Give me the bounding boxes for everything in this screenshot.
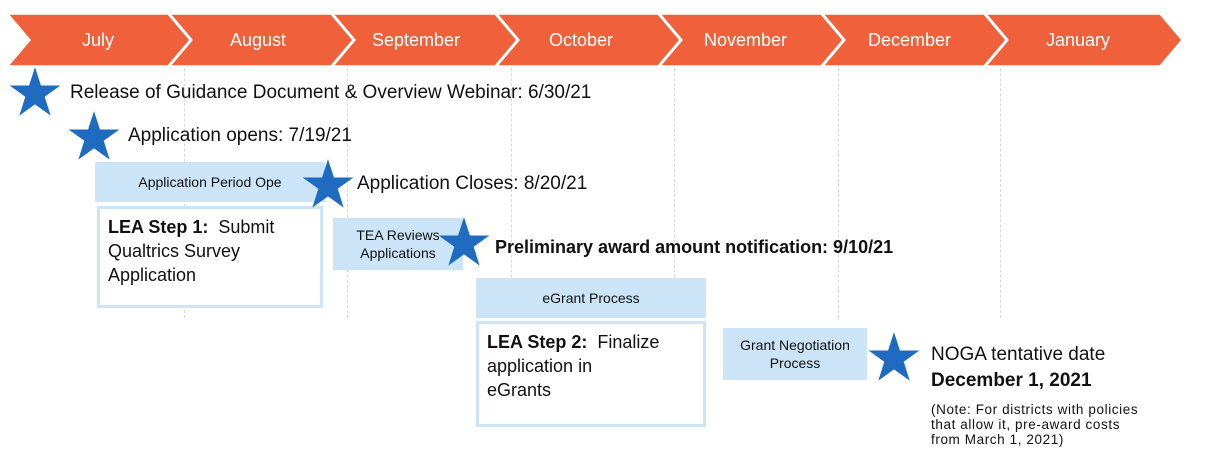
- lea-step-1-text-2: Qualtrics Survey: [108, 241, 241, 261]
- lea-step-1-box: LEA Step 1: Submit Qualtrics Survey Appl…: [97, 206, 323, 308]
- star-icon: [868, 332, 920, 381]
- lea-step-2-label: LEA Step 2:: [487, 332, 588, 352]
- milestone-noga-deadline: December 1, 2021: [931, 370, 1092, 391]
- milestone-application-closes: Application Closes: 8/20/21: [357, 173, 588, 194]
- star-icon: [302, 159, 354, 208]
- egrant-process-label: eGrant Process: [542, 290, 640, 306]
- lea-step-1-text-3: Application: [108, 265, 197, 285]
- grant-negotiation-label-2: Process: [769, 355, 821, 371]
- month-november: November: [704, 30, 788, 50]
- lea-step-1-text-1: Submit: [218, 217, 275, 237]
- lea-step-2-text-3: eGrants: [487, 380, 552, 400]
- note-line-2: that allow it, pre-award costs: [931, 417, 1121, 432]
- lea-step-1-line-1: LEA Step 1: Submit: [108, 215, 312, 239]
- star-icon: [68, 111, 120, 160]
- lea-step-2-line-1: LEA Step 2: Finalize: [487, 330, 695, 354]
- note-line-3: from March 1, 2021): [931, 432, 1064, 447]
- milestone-application-opens: Application opens: 7/19/21: [128, 125, 352, 146]
- tea-reviews-label-2: Applications: [360, 245, 436, 261]
- egrant-process-bar: eGrant Process: [476, 278, 706, 318]
- tea-reviews-label-1: TEA Reviews: [356, 227, 440, 243]
- month-september: September: [372, 30, 461, 50]
- lea-step-2-text-2: application in: [487, 356, 593, 376]
- grant-negotiation-bar: Grant Negotiation Process: [723, 328, 867, 380]
- grant-negotiation-label-1: Grant Negotiation: [740, 337, 850, 353]
- lea-step-2-text-1: Finalize: [597, 332, 660, 352]
- star-icon: [438, 217, 490, 266]
- note-line-1: (Note: For districts with policies: [931, 402, 1139, 417]
- milestone-noga-date: NOGA tentative date: [931, 344, 1106, 365]
- month-july: July: [82, 30, 115, 50]
- milestone-preliminary-award: Preliminary award amount notification: 9…: [495, 237, 894, 257]
- gridline: [838, 48, 839, 318]
- month-august: August: [230, 30, 287, 50]
- month-october: October: [549, 30, 614, 50]
- lea-step-2-box: LEA Step 2: Finalize application in eGra…: [476, 321, 706, 427]
- month-december: December: [868, 30, 952, 50]
- gridline: [1000, 48, 1001, 318]
- application-period-bar: Application Period Ope: [95, 162, 325, 202]
- lea-step-1-label: LEA Step 1:: [108, 217, 209, 237]
- milestone-guidance-release: Release of Guidance Document & Overview …: [70, 82, 592, 103]
- star-icon: [9, 67, 61, 116]
- month-january: January: [1046, 30, 1111, 50]
- application-period-label: Application Period Ope: [138, 174, 282, 190]
- pre-award-note: (Note: For districts with policies that …: [931, 402, 1138, 447]
